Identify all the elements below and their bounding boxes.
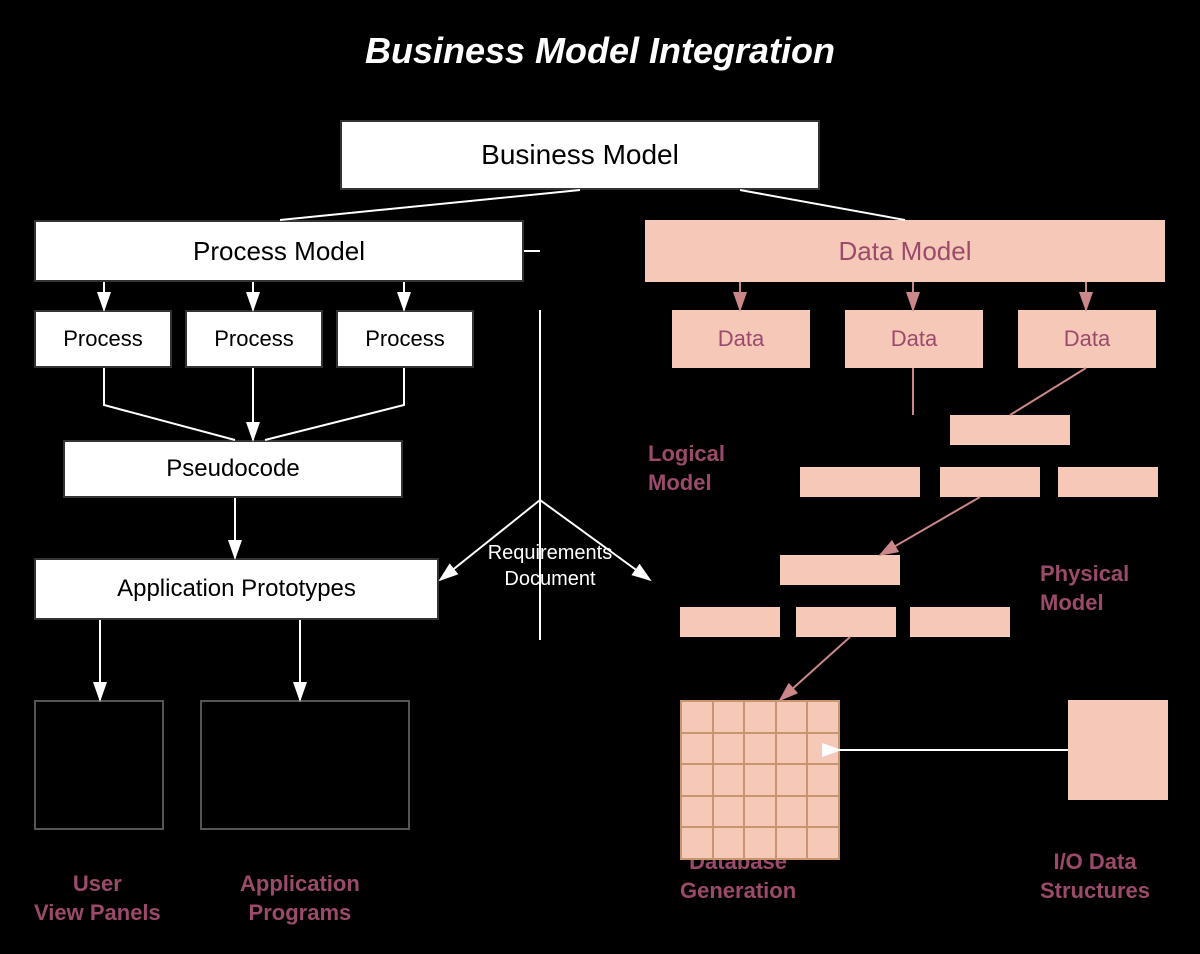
app-programs-label: ApplicationPrograms (240, 870, 360, 927)
diagram-container: Business Model Integration Business Mode… (0, 0, 1200, 954)
logical-model-rect-4 (1058, 467, 1158, 497)
process-box-2: Process (185, 310, 323, 368)
physical-model-rect-2 (680, 607, 780, 637)
process-model-box: Process Model (34, 220, 524, 282)
app-programs-box (200, 700, 410, 830)
io-box (1068, 700, 1168, 800)
physical-model-rect-1 (780, 555, 900, 585)
user-view-box (34, 700, 164, 830)
user-view-label: UserView Panels (34, 870, 161, 927)
logical-model-label: LogicalModel (648, 440, 725, 497)
physical-model-rect-4 (910, 607, 1010, 637)
physical-model-rect-3 (796, 607, 896, 637)
page-title: Business Model Integration (0, 30, 1200, 72)
physical-model-label: PhysicalModel (1040, 560, 1129, 617)
business-model-box: Business Model (340, 120, 820, 190)
pseudocode-box: Pseudocode (63, 440, 403, 498)
data-model-box: Data Model (645, 220, 1165, 282)
process-box-3: Process (336, 310, 474, 368)
data-box-1: Data (672, 310, 810, 368)
data-box-3: Data (1018, 310, 1156, 368)
logical-model-rect-2 (800, 467, 920, 497)
app-prototypes-box: Application Prototypes (34, 558, 439, 620)
data-box-2: Data (845, 310, 983, 368)
requirements-doc-label: Requirements Document (470, 540, 630, 592)
process-box-1: Process (34, 310, 172, 368)
database-grid (680, 700, 840, 860)
logical-model-rect-3 (940, 467, 1040, 497)
io-data-label: I/O DataStructures (1040, 848, 1150, 905)
logical-model-rect-1 (950, 415, 1070, 445)
